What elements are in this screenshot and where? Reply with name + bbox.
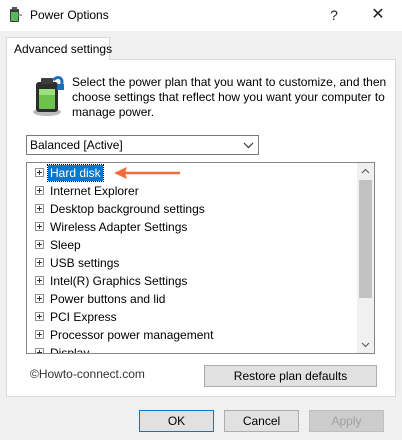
tree-item-label: Hard disk	[47, 164, 104, 182]
tree-item-label: Processor power management	[50, 328, 214, 342]
expand-icon[interactable]	[35, 312, 44, 321]
restore-defaults-button[interactable]: Restore plan defaults	[204, 365, 377, 387]
expand-icon[interactable]	[35, 168, 44, 177]
chevron-down-icon	[243, 142, 254, 149]
expand-icon[interactable]	[35, 240, 44, 249]
expand-icon[interactable]	[35, 348, 44, 353]
tree-item-label: USB settings	[50, 256, 120, 270]
expand-icon[interactable]	[35, 276, 44, 285]
cancel-button[interactable]: Cancel	[224, 410, 299, 432]
expand-icon[interactable]	[35, 222, 44, 231]
tree-item-desktop-background[interactable]: Desktop background settings	[27, 200, 357, 218]
tree-item-internet-explorer[interactable]: Internet Explorer	[27, 182, 357, 200]
tree-item-label: Internet Explorer	[50, 184, 139, 198]
tab-label: Advanced settings	[14, 42, 113, 56]
scroll-down-icon[interactable]	[357, 336, 374, 353]
tab-advanced-settings[interactable]: Advanced settings	[6, 37, 113, 60]
battery-plug-icon	[33, 76, 64, 116]
tree-item-wireless-adapter[interactable]: Wireless Adapter Settings	[27, 218, 357, 236]
settings-tree[interactable]: Hard disk Internet Explorer Desktop back…	[26, 162, 375, 354]
description-text: Select the power plan that you want to c…	[72, 75, 387, 119]
scroll-up-icon[interactable]	[357, 163, 374, 180]
tree-item-sleep[interactable]: Sleep	[27, 236, 357, 254]
annotation-arrow-icon	[114, 167, 180, 179]
expand-icon[interactable]	[35, 294, 44, 303]
close-button[interactable]: ✕	[366, 3, 390, 27]
power-options-icon	[10, 7, 22, 22]
scrollbar-thumb[interactable]	[359, 180, 372, 298]
tree-item-label: Display	[50, 346, 90, 354]
tree-item-power-buttons[interactable]: Power buttons and lid	[27, 290, 357, 308]
tree-item-label: Wireless Adapter Settings	[50, 220, 188, 234]
expand-icon[interactable]	[35, 258, 44, 267]
expand-icon[interactable]	[35, 204, 44, 213]
tree-item-display[interactable]: Display	[27, 344, 357, 354]
tree-item-processor-power[interactable]: Processor power management	[27, 326, 357, 344]
tree-item-label: Power buttons and lid	[50, 292, 166, 306]
tree-item-intel-graphics[interactable]: Intel(R) Graphics Settings	[27, 272, 357, 290]
vertical-scrollbar[interactable]	[357, 163, 374, 353]
apply-button[interactable]: Apply	[309, 410, 384, 432]
tree-item-usb-settings[interactable]: USB settings	[27, 254, 357, 272]
tree-item-hard-disk[interactable]: Hard disk	[27, 164, 357, 182]
tree-item-pci-express[interactable]: PCI Express	[27, 308, 357, 326]
tree-item-label: PCI Express	[50, 310, 117, 324]
expand-icon[interactable]	[35, 186, 44, 195]
power-plan-select[interactable]: Balanced [Active]	[26, 135, 259, 155]
ok-button[interactable]: OK	[139, 410, 214, 432]
watermark-text: ©Howto-connect.com	[30, 367, 145, 381]
tree-item-label: Desktop background settings	[50, 202, 205, 216]
power-plan-value: Balanced [Active]	[30, 138, 123, 152]
expand-icon[interactable]	[35, 330, 44, 339]
help-button[interactable]: ?	[322, 3, 346, 27]
window-title: Power Options	[30, 8, 109, 22]
title-bar: Power Options ? ✕	[0, 0, 402, 31]
tree-item-label: Sleep	[50, 238, 81, 252]
tree-item-label: Intel(R) Graphics Settings	[50, 274, 188, 288]
